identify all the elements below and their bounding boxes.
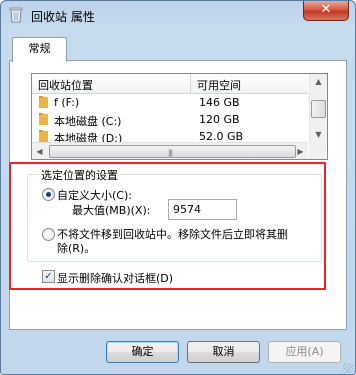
cancel-button-label: 取消 [212, 345, 235, 358]
recycle-bin-properties-dialog: 回收站 属性 ✕ 常规 回收站位置 可用空间 f (F:) 146 GB 本地磁… [0, 0, 356, 375]
tab-general-label: 常规 [28, 42, 51, 55]
free-space: 120 GB [199, 113, 240, 126]
location-name: f (F:) [54, 96, 80, 109]
scroll-left-arrow-icon[interactable]: ◀ [32, 144, 47, 159]
resize-grip-icon[interactable] [343, 363, 353, 373]
drive-folder-icon [39, 96, 48, 108]
scroll-corner [309, 142, 326, 159]
no-move-label-line2[interactable]: 除(R)。 [57, 240, 95, 256]
vertical-scrollbar[interactable]: ▲ ▼ [309, 74, 327, 142]
tab-general[interactable]: 常规 [12, 37, 67, 62]
location-name: 本地磁盘 (C:) [54, 115, 122, 128]
max-size-label: 最大值(MB)(X): [72, 204, 151, 217]
scroll-right-arrow-icon[interactable]: ▶ [293, 144, 308, 159]
location-list[interactable]: 回收站位置 可用空间 f (F:) 146 GB 本地磁盘 (C:) 120 G… [31, 73, 328, 160]
list-item[interactable]: 本地磁盘 (C:) 120 GB [32, 111, 308, 128]
close-button[interactable]: ✕ [303, 1, 349, 21]
grip-icon: ||| [168, 149, 173, 157]
no-move-radio[interactable] [42, 228, 55, 241]
group-title: 选定位置的设置 [39, 167, 120, 183]
column-header-location[interactable]: 回收站位置 [38, 77, 93, 93]
max-size-value: 9574 [173, 203, 201, 216]
column-header-free-space[interactable]: 可用空间 [197, 77, 241, 93]
free-space: 146 GB [199, 96, 240, 109]
title-bar[interactable]: 回收站 属性 ✕ [1, 1, 355, 31]
list-header: 回收站位置 可用空间 [32, 74, 308, 94]
cancel-button[interactable]: 取消 [187, 341, 260, 363]
apply-button-label: 应用(A) [285, 345, 324, 358]
max-size-input[interactable]: 9574 [168, 199, 237, 220]
apply-button: 应用(A) [268, 341, 341, 363]
column-divider[interactable] [190, 74, 191, 93]
ok-button-label: 确定 [131, 345, 154, 358]
drive-folder-icon [39, 130, 48, 142]
window-title: 回收站 属性 [31, 10, 95, 24]
drive-folder-icon [39, 113, 48, 125]
confirm-delete-checkbox[interactable]: ✓ [42, 270, 55, 283]
vertical-scroll-thumb[interactable] [311, 100, 326, 118]
horizontal-scrollbar[interactable]: ◀ ||| ▶ [32, 142, 308, 159]
close-icon: ✕ [320, 2, 332, 17]
custom-size-label[interactable]: 自定义大小(C): [57, 187, 132, 203]
horizontal-scroll-thumb[interactable]: ||| [49, 145, 296, 158]
confirm-delete-label[interactable]: 显示删除确认对话框(D) [57, 270, 173, 286]
list-item[interactable]: f (F:) 146 GB [32, 94, 308, 111]
scroll-down-arrow-icon[interactable]: ▼ [311, 127, 326, 142]
scroll-up-arrow-icon[interactable]: ▲ [311, 74, 326, 89]
custom-size-radio[interactable] [42, 188, 55, 201]
ok-button[interactable]: 确定 [106, 341, 179, 363]
recycle-bin-icon [9, 7, 23, 23]
